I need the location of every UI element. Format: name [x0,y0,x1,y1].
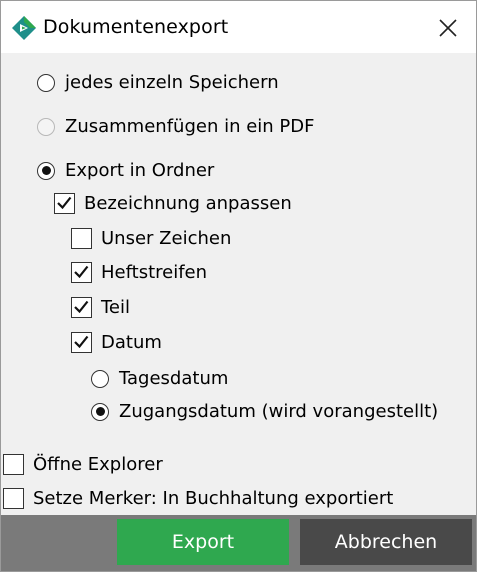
checkbox[interactable] [3,454,24,475]
checkbox[interactable] [71,228,92,249]
radio-export-folder-label: Export in Ordner [65,160,215,181]
checkbox[interactable] [71,297,92,318]
radio-merge-pdf[interactable]: Zusammenfügen in ein PDF [37,116,314,137]
window-title: Dokumentenexport [43,16,229,38]
radio-receipt-date[interactable]: Zugangsdatum (wird vorangestellt) [91,401,438,422]
radio-today-date-label: Tagesdatum [119,368,229,389]
button-bar: Export Abbrechen [1,515,476,571]
checkbox-binder-label: Heftstreifen [101,262,208,283]
radio-save-each-label: jedes einzeln Speichern [65,72,279,93]
radio-button[interactable] [91,402,109,421]
checkbox-binder[interactable]: Heftstreifen [71,262,207,283]
checkbox-our-sign[interactable]: Unser Zeichen [71,228,231,249]
checkbox[interactable] [54,193,75,214]
checkmark-icon [74,265,89,279]
radio-button[interactable] [37,117,55,136]
checkbox-our-sign-label: Unser Zeichen [101,228,232,249]
checkbox[interactable] [3,488,24,509]
checkbox-open-explorer-label: Öffne Explorer [33,454,163,475]
export-button[interactable]: Export [117,519,289,565]
radio-export-folder[interactable]: Export in Ordner [37,160,214,181]
radio-merge-pdf-label: Zusammenfügen in ein PDF [65,116,315,137]
radio-button[interactable] [37,161,55,180]
checkmark-icon [57,196,72,210]
checkbox-set-marker-label: Setze Merker: In Buchhaltung exportiert [33,488,394,509]
radio-today-date[interactable]: Tagesdatum [91,368,228,389]
checkbox[interactable] [71,332,92,353]
radio-button[interactable] [37,73,55,92]
title-bar: Dokumentenexport [1,1,476,53]
checkbox-adjust-name[interactable]: Bezeichnung anpassen [54,193,292,214]
checkbox-date-label: Datum [101,332,162,353]
checkbox[interactable] [71,262,92,283]
checkbox-date[interactable]: Datum [71,332,162,353]
checkmark-icon [74,300,89,314]
radio-button[interactable] [91,369,109,388]
options-panel: jedes einzeln Speichern Zusammenfügen in… [1,53,476,515]
radio-selected-dot [95,407,105,416]
app-logo-icon [11,15,37,41]
radio-receipt-date-label: Zugangsdatum (wird vorangestellt) [119,401,439,422]
checkbox-part[interactable]: Teil [71,297,130,318]
close-button[interactable] [433,13,463,43]
radio-save-each[interactable]: jedes einzeln Speichern [37,72,279,93]
cancel-button[interactable]: Abbrechen [300,519,472,565]
checkbox-part-label: Teil [101,297,131,318]
checkbox-set-marker[interactable]: Setze Merker: In Buchhaltung exportiert [3,488,393,509]
export-dialog: Dokumentenexport jedes einzeln Speichern… [0,0,477,572]
close-icon [439,19,457,37]
checkmark-icon [74,335,89,349]
checkbox-open-explorer[interactable]: Öffne Explorer [3,454,163,475]
radio-selected-dot [41,166,51,175]
checkbox-adjust-name-label: Bezeichnung anpassen [84,193,292,214]
